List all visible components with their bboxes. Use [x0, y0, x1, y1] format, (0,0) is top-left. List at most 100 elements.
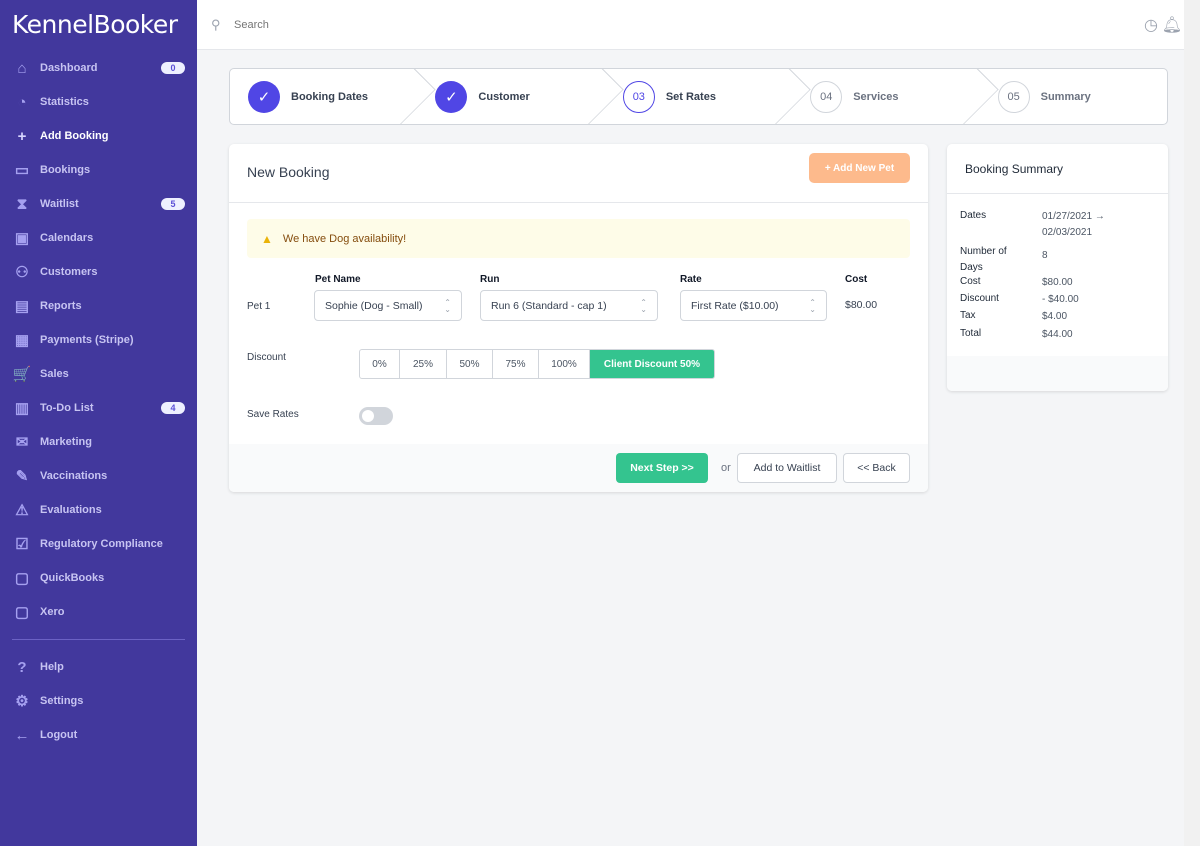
- discount-option[interactable]: 0%: [360, 350, 400, 378]
- divider: [947, 193, 1168, 194]
- summary-value: 8: [1042, 250, 1048, 261]
- card-title: New Booking: [247, 164, 330, 180]
- sidebar-item-label: Customers: [40, 266, 98, 278]
- sidebar-item-statistics[interactable]: ◔ Statistics: [0, 85, 197, 119]
- rate-select[interactable]: First Rate ($10.00) ⌃ ⌄: [680, 290, 827, 321]
- sidebar-item-dashboard[interactable]: ⌂ Dashboard 0: [0, 51, 197, 85]
- sidebar-item-logout[interactable]: ← Logout: [0, 718, 197, 752]
- sidebar-item-sales[interactable]: 🛒 Sales: [0, 357, 197, 391]
- briefcase-icon: ▢: [14, 570, 30, 587]
- bell-icon[interactable]: 🔔︎: [1162, 15, 1182, 35]
- count-badge: 4: [161, 402, 185, 414]
- sidebar-item-label: Bookings: [40, 164, 91, 176]
- sidebar-item-label: Reports: [40, 300, 82, 312]
- new-booking-card: New Booking + Add New Pet ▲ We have Dog a…: [229, 144, 928, 492]
- sidebar-item-to-do-list[interactable]: ▥ To-Do List 4: [0, 391, 197, 425]
- step-services[interactable]: 04 Services: [792, 69, 979, 124]
- sidebar-item-customers[interactable]: ⚇ Customers: [0, 255, 197, 289]
- booking-stepper: ✓ Booking Dates ✓ Customer 03 Set Rates 04 Serv…: [229, 68, 1168, 125]
- chevron-updown-icon: ⌃ ⌄: [809, 298, 816, 314]
- sidebar-item-evaluations[interactable]: ⚠ Evaluations: [0, 493, 197, 527]
- pet-value: Sophie (Dog - Small): [325, 299, 423, 312]
- next-step-button[interactable]: Next Step >>: [616, 453, 708, 483]
- gear-icon: ⚙: [15, 693, 29, 710]
- step-booking-dates[interactable]: ✓ Booking Dates: [230, 69, 417, 124]
- back-button[interactable]: << Back: [843, 453, 910, 483]
- clipboard-check-icon: ☑: [15, 536, 29, 553]
- mail-icon: ✉: [15, 434, 29, 451]
- add-new-pet-button[interactable]: + Add New Pet: [809, 153, 910, 183]
- sidebar-item-label: Evaluations: [40, 504, 102, 516]
- sidebar-item-label: Vaccinations: [40, 470, 108, 482]
- briefcase-icon: ▢: [14, 604, 30, 621]
- step-number: 05: [997, 80, 1030, 113]
- summary-value: $80.00: [1042, 277, 1073, 288]
- sidebar-item-help[interactable]: ? Help: [0, 650, 197, 684]
- step-customer[interactable]: ✓ Customer: [417, 69, 604, 124]
- warning-icon: ▲: [261, 231, 273, 246]
- discount-option[interactable]: 25%: [400, 350, 447, 378]
- sidebar-divider: [12, 639, 185, 640]
- pet-select[interactable]: Sophie (Dog - Small) ⌃ ⌄: [314, 290, 462, 321]
- check-icon: ✓: [435, 80, 468, 113]
- step-number: 04: [810, 80, 843, 113]
- or-text: or: [721, 462, 731, 474]
- plus-icon: +: [17, 127, 27, 145]
- chevron-updown-icon: ⌃ ⌄: [444, 298, 451, 314]
- run-select[interactable]: Run 6 (Standard - cap 1) ⌃ ⌄: [480, 290, 658, 321]
- sidebar-item-calendars[interactable]: ▣ Calendars: [0, 221, 197, 255]
- calendar-icon: ▣: [14, 230, 30, 247]
- step-label: Booking Dates: [291, 90, 369, 103]
- sidebar-item-label: Dashboard: [40, 62, 98, 74]
- sidebar-item-reports[interactable]: ▤ Reports: [0, 289, 197, 323]
- sidebar-item-quickbooks[interactable]: ▢ QuickBooks: [0, 561, 197, 595]
- search-input[interactable]: [234, 14, 634, 36]
- sidebar-item-xero[interactable]: ▢ Xero: [0, 595, 197, 629]
- topbar: ⚲ ◷ 🔔︎: [197, 0, 1200, 50]
- save-rates-toggle[interactable]: [359, 407, 393, 425]
- add-to-waitlist-button[interactable]: Add to Waitlist: [737, 453, 837, 483]
- discount-option[interactable]: 100%: [539, 350, 590, 378]
- chevron-updown-icon: ⌃ ⌄: [640, 298, 647, 314]
- clock-icon[interactable]: ◷: [1144, 15, 1158, 35]
- sidebar-item-bookings[interactable]: ▭ Bookings: [0, 153, 197, 187]
- discount-label: Discount: [247, 352, 286, 363]
- summary-label: Discount: [960, 293, 999, 304]
- warning-icon: ⚠: [15, 502, 29, 519]
- discount-button-group: 0% 25% 50% 75% 100% Client Discount 50%: [359, 349, 715, 379]
- pie-chart-icon: ◔: [17, 93, 27, 111]
- summary-value: 01/27/2021 → 02/03/2021: [1042, 211, 1105, 238]
- sidebar-item-regulatory-compliance[interactable]: ☑ Regulatory Compliance: [0, 527, 197, 561]
- sidebar-item-label: Logout: [40, 729, 78, 741]
- discount-option[interactable]: Client Discount 50%: [590, 350, 714, 378]
- sidebar-item-waitlist[interactable]: ⧗ Waitlist 5: [0, 187, 197, 221]
- sidebar-item-label: Regulatory Compliance: [40, 538, 163, 550]
- sidebar-item-label: Help: [40, 661, 64, 673]
- discount-option[interactable]: 50%: [447, 350, 493, 378]
- sidebar-item-label: Waitlist: [40, 198, 79, 210]
- sidebar-item-label: Marketing: [40, 436, 92, 448]
- sidebar-item-label: Sales: [40, 368, 69, 380]
- sidebar-item-add-booking[interactable]: + Add Booking: [0, 119, 197, 153]
- sidebar-item-marketing[interactable]: ✉ Marketing: [0, 425, 197, 459]
- scrollbar[interactable]: [1184, 0, 1200, 846]
- sidebar-item-label: To-Do List: [40, 402, 94, 414]
- sidebar-item-label: Statistics: [40, 96, 89, 108]
- summary-label: Number of Days: [960, 246, 1007, 273]
- step-set-rates[interactable]: 03 Set Rates: [605, 69, 792, 124]
- sidebar-item-payments-stripe[interactable]: ▦ Payments (Stripe): [0, 323, 197, 357]
- sidebar-item-label: QuickBooks: [40, 572, 105, 584]
- save-rates-label: Save Rates: [247, 409, 299, 420]
- step-summary[interactable]: 05 Summary: [980, 69, 1167, 124]
- sidebar-item-settings[interactable]: ⚙ Settings: [0, 684, 197, 718]
- summary-value: $4.00: [1042, 311, 1068, 322]
- folder-icon: ▭: [14, 162, 30, 179]
- rate-value: First Rate ($10.00): [691, 299, 779, 312]
- sidebar-item-vaccinations[interactable]: ✎ Vaccinations: [0, 459, 197, 493]
- discount-option[interactable]: 75%: [493, 350, 539, 378]
- sidebar-nav: ⌂ Dashboard 0 ◔ Statistics + Add Booking ▭ Booki…: [0, 51, 197, 752]
- cart-icon: 🛒: [12, 366, 32, 383]
- help-icon: ?: [17, 658, 27, 676]
- bar-chart-icon: ▤: [14, 298, 30, 315]
- syringe-icon: ✎: [15, 468, 29, 485]
